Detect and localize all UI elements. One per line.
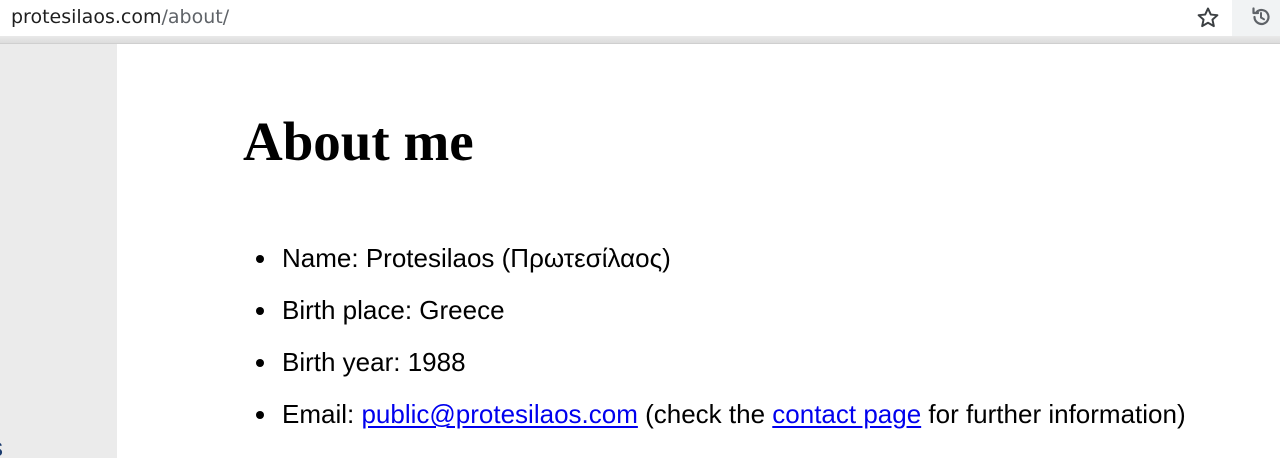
about-list: Name: Protesilaos (Πρωτεσίλαος) Birth pl… xyxy=(256,232,1186,440)
bullet-icon xyxy=(256,411,264,419)
page-title: About me xyxy=(243,111,474,172)
sidebar xyxy=(0,44,117,458)
url-path: /about/ xyxy=(161,6,230,28)
url-text[interactable]: protesilaos.com/about/ xyxy=(11,5,229,29)
bullet-icon xyxy=(256,359,264,367)
sidebar-link-fragment[interactable]: s xyxy=(0,432,3,463)
address-bar[interactable]: protesilaos.com/about/ xyxy=(0,0,1232,36)
name-label: Name: xyxy=(282,243,366,273)
email-note-before: (check the xyxy=(637,399,773,429)
name-value: Protesilaos (Πρωτεσίλαος) xyxy=(365,243,671,273)
contact-page-link[interactable]: contact page xyxy=(772,399,921,429)
email-note-after: for further information) xyxy=(921,399,1186,429)
star-icon xyxy=(1197,7,1219,28)
browser-toolbar: protesilaos.com/about/ xyxy=(0,0,1280,36)
url-host: protesilaos.com xyxy=(11,6,162,28)
toolbar-divider xyxy=(0,36,1280,44)
email-label: Email: xyxy=(282,399,362,429)
birth-place-value: Greece xyxy=(419,295,505,325)
bookmark-star-icon[interactable] xyxy=(1195,5,1221,31)
list-item-birth-place: Birth place: Greece xyxy=(256,284,1186,336)
history-icon xyxy=(1252,7,1270,26)
birth-year-label: Birth year: xyxy=(282,347,408,377)
list-item-name: Name: Protesilaos (Πρωτεσίλαος) xyxy=(256,232,1186,284)
email-link[interactable]: public@protesilaos.com xyxy=(361,399,637,429)
main-content: About me Name: Protesilaos (Πρωτεσίλαος)… xyxy=(117,44,1280,458)
bullet-icon xyxy=(256,255,264,263)
list-item-birth-year: Birth year: 1988 xyxy=(256,336,1186,388)
birth-place-label: Birth place: xyxy=(282,295,420,325)
history-button[interactable] xyxy=(1249,5,1273,29)
bullet-icon xyxy=(256,307,264,315)
birth-year-value: 1988 xyxy=(407,347,466,377)
list-item-email: Email: public@protesilaos.com (check the… xyxy=(256,388,1186,440)
